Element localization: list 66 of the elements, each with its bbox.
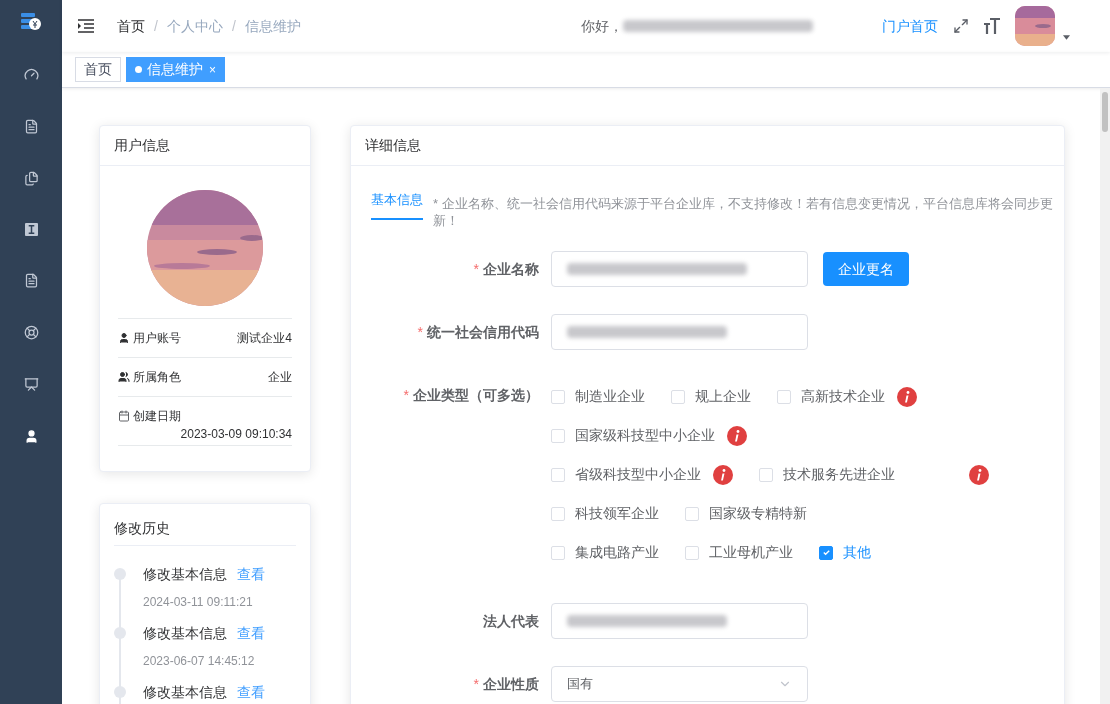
info-label: 创建日期 [133, 408, 181, 425]
checkmark-icon [821, 548, 831, 557]
checkbox-option[interactable]: 省级科技型中小企业 [551, 464, 701, 485]
notice-text: * 企业名称、统一社会信用代码来源于平台企业库，不支持修改！若有信息变更情况，平台信息库将会同步更新！ [433, 195, 1054, 229]
logo-icon[interactable] [21, 12, 41, 30]
history-title: 修改基本信息 [143, 683, 227, 702]
calendar-icon [118, 410, 130, 422]
users-icon [118, 371, 130, 383]
info-value: 测试企业4 [237, 331, 292, 345]
card-title: 用户信息 [114, 136, 170, 155]
document-icon[interactable] [23, 273, 39, 288]
checkbox-option[interactable]: 国家级科技型中小企业 [551, 425, 715, 446]
checkbox-option[interactable]: 高新技术企业 [777, 386, 885, 407]
info-icon[interactable] [897, 386, 917, 407]
document-icon[interactable] [23, 119, 39, 134]
checkbox-option[interactable]: 集成电路产业 [551, 542, 659, 563]
checkbox-option[interactable]: 国家级专精特新 [685, 503, 807, 524]
field-label: 法人代表 [483, 613, 539, 629]
card-title: 修改历史 [114, 519, 170, 538]
breadcrumb-item: 信息维护 [244, 16, 301, 36]
field-label: * 企业性质 [473, 676, 539, 692]
breadcrumb-item[interactable]: 首页 [117, 15, 145, 37]
checkbox-option[interactable]: 技术服务先进企业 [759, 464, 895, 485]
field-label: * 企业名称 [473, 261, 539, 277]
checkbox-option[interactable]: 科技领军企业 [551, 503, 659, 524]
fullscreen-icon[interactable] [953, 18, 969, 34]
scrollbar[interactable] [1100, 88, 1110, 704]
breadcrumb-item: 个人中心 [166, 16, 223, 36]
field-label: * 统一社会信用代码 [417, 324, 539, 340]
info-icon[interactable] [713, 464, 733, 485]
field-label: * 企业类型（可多选） [403, 387, 539, 403]
text-input-field[interactable] [551, 251, 808, 287]
history-title: 修改基本信息 [143, 624, 227, 643]
user-icon[interactable] [23, 429, 39, 444]
history-title: 修改基本信息 [143, 565, 227, 584]
text-input-field[interactable] [551, 314, 808, 350]
checkbox-option[interactable]: 其他 [819, 542, 871, 563]
info-icon[interactable] [969, 464, 989, 485]
breadcrumb-separator: / [231, 16, 236, 36]
history-time: 2023-06-07 14:45:12 [143, 654, 255, 668]
checkbox-option[interactable]: 制造业企业 [551, 386, 645, 407]
documents-icon[interactable] [23, 171, 39, 186]
info-label: 所属角色 [133, 369, 181, 386]
breadcrumb-separator: / [154, 16, 158, 36]
lifebuoy-icon[interactable] [23, 325, 39, 340]
basic-info-tab[interactable]: 基本信息 [371, 190, 423, 220]
page-tab[interactable]: 首页 [75, 57, 121, 82]
checkbox-option[interactable]: 工业母机产业 [685, 542, 793, 563]
info-value: 2023-03-09 09:10:34 [180, 427, 292, 441]
select-field[interactable]: 国有 [551, 666, 808, 702]
info-label: 用户账号 [133, 330, 181, 347]
greeting-text: 你好， [580, 16, 623, 36]
menu-icon[interactable] [78, 19, 94, 33]
text-cursor-icon[interactable] [24, 223, 38, 236]
font-size-icon[interactable] [983, 18, 1001, 34]
user-icon [118, 332, 130, 344]
caret-icon[interactable] [1063, 34, 1070, 40]
text-input-field[interactable] [551, 603, 808, 639]
info-value: 企业 [268, 370, 292, 384]
info-icon[interactable] [727, 425, 747, 446]
monitor-chart-icon[interactable] [23, 377, 39, 392]
portal-home-link[interactable]: 门户首页 [882, 15, 938, 37]
checkbox-option[interactable]: 规上企业 [671, 386, 751, 407]
dashboard-icon[interactable] [23, 67, 39, 82]
card-title: 详细信息 [365, 136, 421, 155]
history-time: 2024-03-11 09:11:21 [143, 595, 253, 609]
